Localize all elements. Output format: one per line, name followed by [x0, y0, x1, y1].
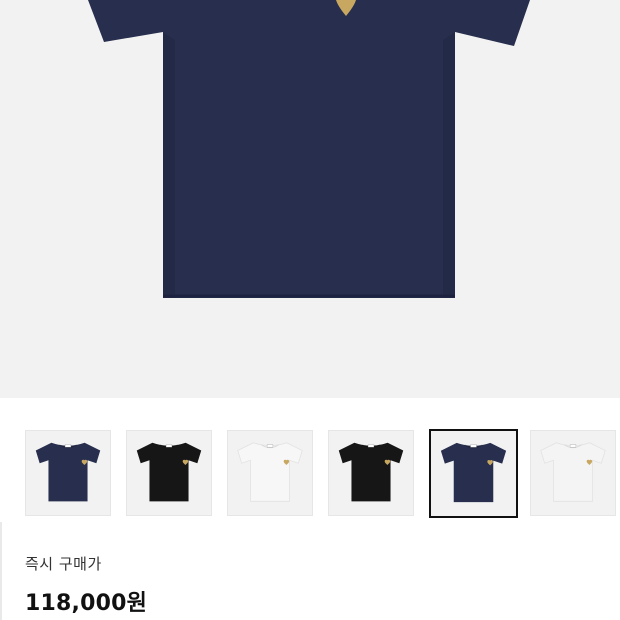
neck-label — [367, 444, 375, 448]
thumbnail-black-1[interactable] — [126, 430, 212, 516]
price-label: 즉시 구매가 — [25, 555, 102, 573]
divider — [0, 522, 2, 620]
thumbnail-white-1[interactable] — [227, 430, 313, 516]
thumbnail-navy-1[interactable] — [25, 430, 111, 516]
t-shirt-shape — [338, 442, 404, 502]
thumbnail-navy-2[interactable] — [429, 429, 518, 518]
t-shirt-thumbnail-image — [136, 442, 202, 502]
product-main-image — [0, 0, 620, 398]
t-shirt-thumbnail-image — [540, 442, 606, 502]
thumbnail-black-2[interactable] — [328, 430, 414, 516]
neck-label — [165, 444, 173, 448]
thumbnail-white-2[interactable] — [530, 430, 616, 516]
t-shirt-shape — [237, 442, 303, 502]
thumbnail-strip — [0, 398, 620, 520]
neck-label — [470, 444, 477, 448]
neck-label — [569, 444, 577, 448]
neck-label — [266, 444, 274, 448]
t-shirt-image — [88, 0, 530, 298]
t-shirt-thumbnail-image — [338, 442, 404, 502]
t-shirt-shape — [136, 442, 202, 502]
neck-label — [64, 444, 72, 448]
t-shirt-shape — [440, 442, 507, 503]
t-shirt-shape — [540, 442, 606, 502]
t-shirt-thumbnail-image — [35, 442, 101, 502]
t-shirt-shape — [35, 442, 101, 502]
price-value: 118,000원 — [25, 591, 148, 616]
t-shirt-thumbnail-image — [237, 442, 303, 502]
t-shirt-thumbnail-image — [440, 442, 507, 503]
